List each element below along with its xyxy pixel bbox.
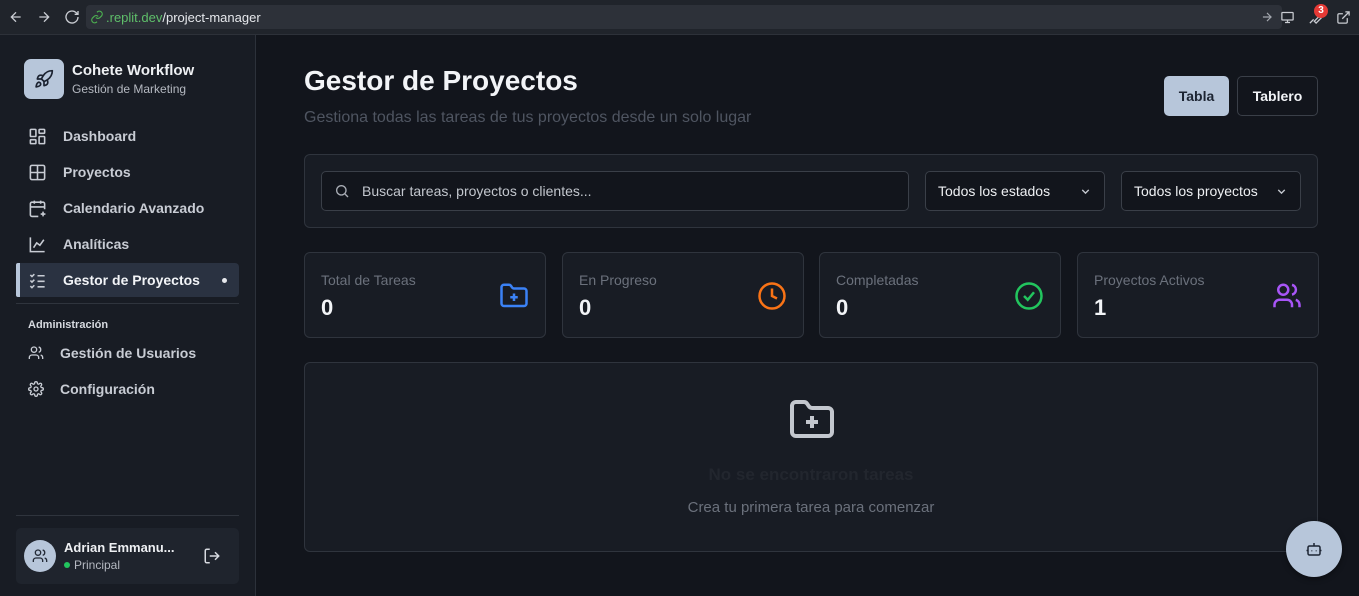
sidebar-item-label: Gestión de Usuarios <box>60 345 197 361</box>
brand-title: Cohete Workflow <box>72 62 195 79</box>
user-role: Principal <box>64 557 175 573</box>
calendar-plus-icon <box>29 200 46 217</box>
brand-subtitle: Gestión de Marketing <box>72 82 187 96</box>
reload-icon[interactable] <box>61 6 83 28</box>
sidebar-divider <box>16 515 239 516</box>
sidebar-item-proyectos[interactable]: Proyectos <box>16 155 239 189</box>
project-filter-select[interactable]: Todos los proyectos <box>1121 171 1301 211</box>
stat-label: Proyectos Activos <box>1094 272 1205 288</box>
board-view-button[interactable]: Tablero <box>1237 76 1318 116</box>
sidebar-item-label: Configuración <box>60 381 155 397</box>
rocket-icon <box>24 59 64 99</box>
sidebar-item-label: Analíticas <box>63 236 130 252</box>
browser-actions: 3 <box>1275 0 1359 35</box>
stat-value: 0 <box>836 295 849 320</box>
sidebar-item-usuarios[interactable]: Gestión de Usuarios <box>16 336 239 370</box>
folder-plus-icon <box>788 396 836 444</box>
main-content: Gestor de Proyectos Gestiona todas las t… <box>257 35 1359 596</box>
forward-arrow-icon[interactable] <box>33 6 55 28</box>
table-view-button[interactable]: Tabla <box>1164 76 1229 116</box>
bot-icon <box>1306 543 1322 556</box>
monitor-icon[interactable] <box>1275 6 1299 30</box>
url-host: .replit.dev <box>106 9 163 25</box>
user-role-label: Principal <box>74 558 121 572</box>
folder-plus-icon <box>499 281 529 311</box>
sidebar-item-label: Dashboard <box>63 128 137 144</box>
browser-toolbar: .replit.dev/project-manager 3 <box>0 0 1359 35</box>
sidebar: Cohete Workflow Gestión de Marketing Das… <box>0 35 256 596</box>
brand[interactable]: Cohete Workflow Gestión de Marketing <box>24 59 194 99</box>
stat-card-proyectos-activos: Proyectos Activos 1 <box>1077 252 1319 338</box>
empty-state-subtitle: Crea tu primera tarea para comenzar <box>687 499 935 516</box>
users-icon <box>1272 281 1302 311</box>
page-title: Gestor de Proyectos <box>304 65 578 96</box>
status-filter-select[interactable]: Todos los estados <box>925 171 1105 211</box>
online-status-dot <box>64 562 70 568</box>
search-input[interactable] <box>362 183 902 199</box>
admin-section-label: Administración <box>28 319 109 331</box>
admin-nav: Gestión de Usuarios Configuración <box>16 336 239 408</box>
address-bar[interactable]: .replit.dev/project-manager <box>86 5 1282 29</box>
chevron-down-icon <box>1081 189 1090 195</box>
search-icon <box>336 185 349 198</box>
dashboard-icon <box>29 128 46 144</box>
sidebar-item-label: Calendario Avanzado <box>63 200 205 216</box>
link-icon <box>90 10 104 24</box>
stat-card-total-tareas: Total de Tareas 0 <box>304 252 546 338</box>
stat-value: 1 <box>1094 295 1107 320</box>
sidebar-item-gestor-proyectos[interactable]: Gestor de Proyectos <box>16 263 239 297</box>
wrench-icon[interactable]: 3 <box>1303 3 1328 30</box>
project-filter-value: Todos los proyectos <box>1134 183 1258 199</box>
user-card[interactable]: Adrian Emmanu... Principal <box>16 528 239 584</box>
sidebar-divider <box>16 303 239 304</box>
line-chart-icon <box>29 236 45 252</box>
users-icon <box>28 346 44 359</box>
sidebar-item-calendario[interactable]: Calendario Avanzado <box>16 191 239 225</box>
main-nav: Dashboard Proyectos Calendario Avanzado … <box>16 119 239 299</box>
grid-icon <box>29 164 46 180</box>
stat-card-completadas: Completadas 0 <box>819 252 1061 338</box>
back-arrow-icon[interactable] <box>5 6 27 28</box>
sidebar-item-configuracion[interactable]: Configuración <box>16 372 239 406</box>
status-filter-value: Todos los estados <box>938 183 1051 199</box>
sidebar-item-label: Proyectos <box>63 164 131 180</box>
gear-icon <box>28 381 44 397</box>
logout-icon[interactable] <box>203 547 221 565</box>
stat-value: 0 <box>321 295 334 320</box>
search-box[interactable] <box>321 171 909 211</box>
check-circle-icon <box>1014 281 1044 311</box>
avatar <box>24 540 56 572</box>
arrow-right-icon[interactable] <box>1260 10 1274 24</box>
stat-card-en-progreso: En Progreso 0 <box>562 252 804 338</box>
url-path: /project-manager <box>162 9 261 25</box>
filter-bar: Todos los estados Todos los proyectos <box>304 154 1318 228</box>
empty-state-title: No se encontraron tareas <box>708 465 914 484</box>
empty-state: No se encontraron tareas Crea tu primera… <box>304 362 1318 552</box>
sidebar-item-analiticas[interactable]: Analíticas <box>16 227 239 261</box>
assistant-button[interactable] <box>1286 521 1342 577</box>
stat-value: 0 <box>579 295 592 320</box>
notification-badge: 3 <box>1314 3 1328 18</box>
stat-label: En Progreso <box>579 272 657 288</box>
sidebar-item-dashboard[interactable]: Dashboard <box>16 119 239 153</box>
stat-label: Total de Tareas <box>321 272 416 288</box>
users-icon <box>32 549 48 562</box>
page-subtitle: Gestiona todas las tareas de tus proyect… <box>304 109 752 126</box>
stat-label: Completadas <box>836 272 919 288</box>
user-name: Adrian Emmanu... <box>64 540 175 555</box>
sidebar-item-label: Gestor de Proyectos <box>63 272 200 288</box>
active-indicator-dot <box>222 278 227 283</box>
chevron-down-icon <box>1277 189 1286 195</box>
clock-icon <box>757 281 787 311</box>
list-check-icon <box>29 273 45 289</box>
external-link-icon[interactable] <box>1331 6 1355 30</box>
